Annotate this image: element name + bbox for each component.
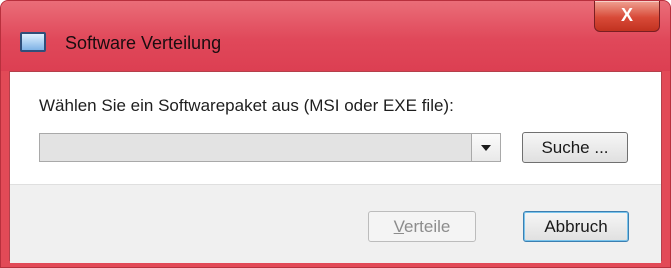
close-button[interactable]: X: [594, 1, 660, 32]
distribute-button[interactable]: Verteile: [368, 211, 476, 242]
window-title: Software Verteilung: [65, 33, 222, 53]
cancel-button[interactable]: Abbruch: [523, 211, 629, 242]
distribute-mnemonic: V: [393, 217, 405, 236]
package-select[interactable]: [39, 133, 501, 162]
window-app-icon: [20, 32, 46, 52]
title-bar[interactable]: Software Verteilung X: [1, 1, 670, 71]
search-button[interactable]: Suche ...: [522, 132, 628, 163]
prompt-label: Wählen Sie ein Softwarepaket aus (MSI od…: [39, 96, 454, 115]
dialog-body: Wählen Sie ein Softwarepaket aus (MSI od…: [9, 71, 662, 263]
chevron-down-icon[interactable]: [471, 134, 500, 161]
dialog-window: Software Verteilung X Wählen Sie ein Sof…: [0, 0, 671, 268]
distribute-label: erteile: [404, 217, 451, 236]
